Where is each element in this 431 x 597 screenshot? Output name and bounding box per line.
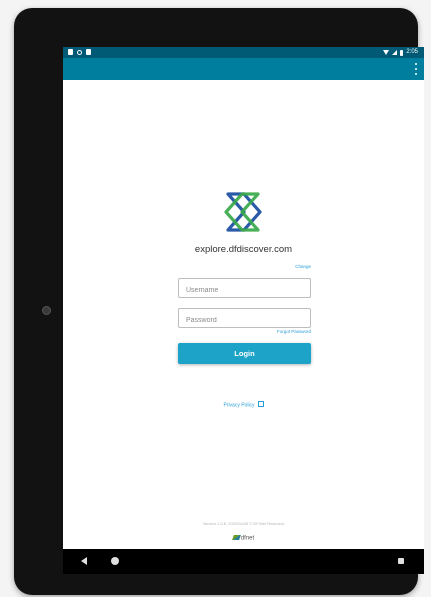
login-content: explore.dfdiscover.com Change Forgot Pas…: [63, 80, 424, 549]
overflow-menu-icon[interactable]: [413, 63, 419, 75]
app-bar: [63, 58, 424, 80]
login-button[interactable]: Login: [178, 343, 311, 364]
status-bar-notifications: [68, 49, 91, 55]
dfnet-brand: dfnet: [63, 535, 424, 542]
recents-icon[interactable]: [398, 558, 404, 564]
dfnet-logo-icon: [231, 535, 241, 540]
server-url: explore.dfdiscover.com: [194, 244, 293, 255]
username-input[interactable]: [179, 281, 310, 300]
signal-icon: [392, 50, 398, 55]
change-server-link[interactable]: Change: [263, 264, 311, 269]
wifi-icon: [383, 50, 390, 55]
tablet-device: 2:05 explore.dfdiscover.com Change Usern…: [14, 8, 424, 595]
status-bar: 2:05: [63, 47, 424, 58]
password-input[interactable]: [179, 311, 310, 330]
front-camera: [42, 306, 51, 315]
dfnet-brand-label: dfnet: [240, 535, 255, 542]
privacy-policy-label: Privacy Policy: [223, 402, 255, 409]
version-text: Version 1.0.8, 2020/04/26 © DF/Net Resea…: [202, 521, 285, 526]
password-field[interactable]: [178, 308, 311, 330]
forgot-password-link[interactable]: Forgot Password: [243, 329, 311, 334]
home-icon[interactable]: [111, 557, 119, 565]
notification-icon: [68, 49, 73, 55]
dfdiscover-logo: [224, 192, 262, 232]
screenshot-stage: 2:05 explore.dfdiscover.com Change Usern…: [0, 0, 431, 597]
back-icon[interactable]: [81, 557, 87, 565]
battery-icon: [400, 49, 404, 56]
external-link-icon: [257, 401, 264, 407]
status-time: 2:05: [406, 49, 418, 55]
navigation-bar: [63, 549, 424, 574]
sync-icon: [77, 49, 82, 55]
privacy-policy-link[interactable]: Privacy Policy: [63, 401, 424, 409]
status-bar-system: 2:05: [383, 48, 418, 57]
username-field[interactable]: [178, 278, 311, 300]
sd-card-icon: [86, 49, 91, 55]
device-screen: 2:05 explore.dfdiscover.com Change Usern…: [63, 47, 424, 574]
